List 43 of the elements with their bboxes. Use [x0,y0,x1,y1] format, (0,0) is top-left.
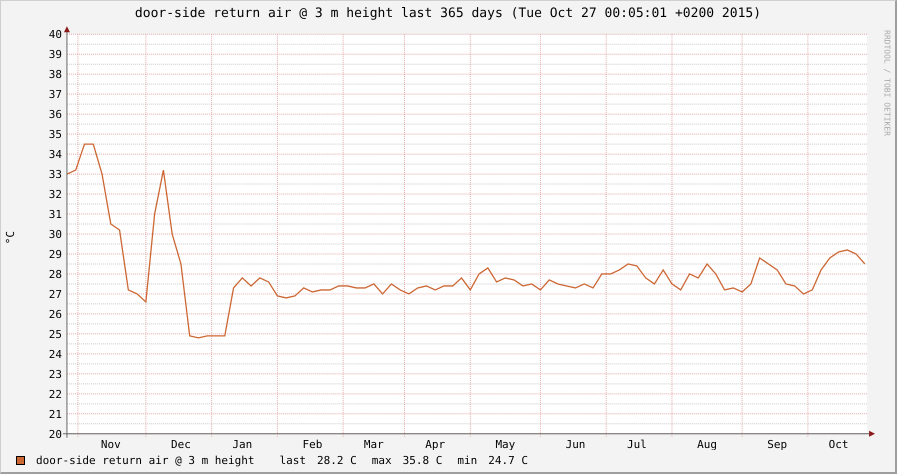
x-tick-label: Feb [302,438,322,450]
y-tick-label: 25 [48,328,62,341]
x-tick-label: Aug [697,438,717,450]
stat-value: 35.8 C [402,454,442,466]
x-tick-label: Jul [626,438,647,450]
y-tick-label: 33 [48,168,62,182]
x-tick-label: Apr [425,438,446,450]
y-tick-label: 27 [48,288,62,301]
y-tick-label: 32 [48,188,62,202]
credit-text: RRDTOOL / TOBI OETIKER [882,30,891,138]
y-tick-label: 40 [48,28,62,42]
y-tick-label: 34 [48,148,62,162]
y-axis-label: °C [5,231,16,245]
y-tick-label: 36 [48,108,62,122]
y-tick-label: 37 [48,88,62,102]
x-tick-label: Jun [566,438,586,450]
x-tick-label: Mar [364,438,384,450]
y-tick-label: 28 [48,268,62,281]
y-tick-label: 35 [48,128,62,142]
y-tick-label: 23 [48,368,62,381]
x-tick-label: Jan [232,438,252,450]
stat-name: min [457,454,478,466]
y-tick-label: 30 [48,228,62,241]
y-tick-label: 38 [48,68,62,82]
x-tick-label: Oct [828,438,848,450]
y-tick-label: 22 [48,388,62,401]
x-tick-label: Sep [767,438,788,450]
stat-name: max [372,454,392,466]
stat-value: 28.2 C [317,454,357,466]
x-tick-label: Nov [100,438,121,450]
stat-name: last [280,454,306,466]
x-tick-label: May [495,438,516,450]
y-tick-label: 24 [48,348,62,361]
stat-value: 24.7 C [488,454,528,466]
x-tick-label: Dec [171,438,191,450]
y-tick-label: 26 [48,308,62,321]
y-tick-label: 31 [48,208,62,222]
chart-title: door-side return air @ 3 m height last 365 days (Tue Oct 27 00:05:01 +0200 2015) [134,7,762,20]
y-tick-label: 39 [48,48,62,62]
y-tick-label: 20 [48,428,62,441]
y-tick-label: 29 [48,248,62,261]
legend-label: door-side return air @ 3 m height [36,454,255,466]
y-tick-label: 21 [48,408,62,421]
